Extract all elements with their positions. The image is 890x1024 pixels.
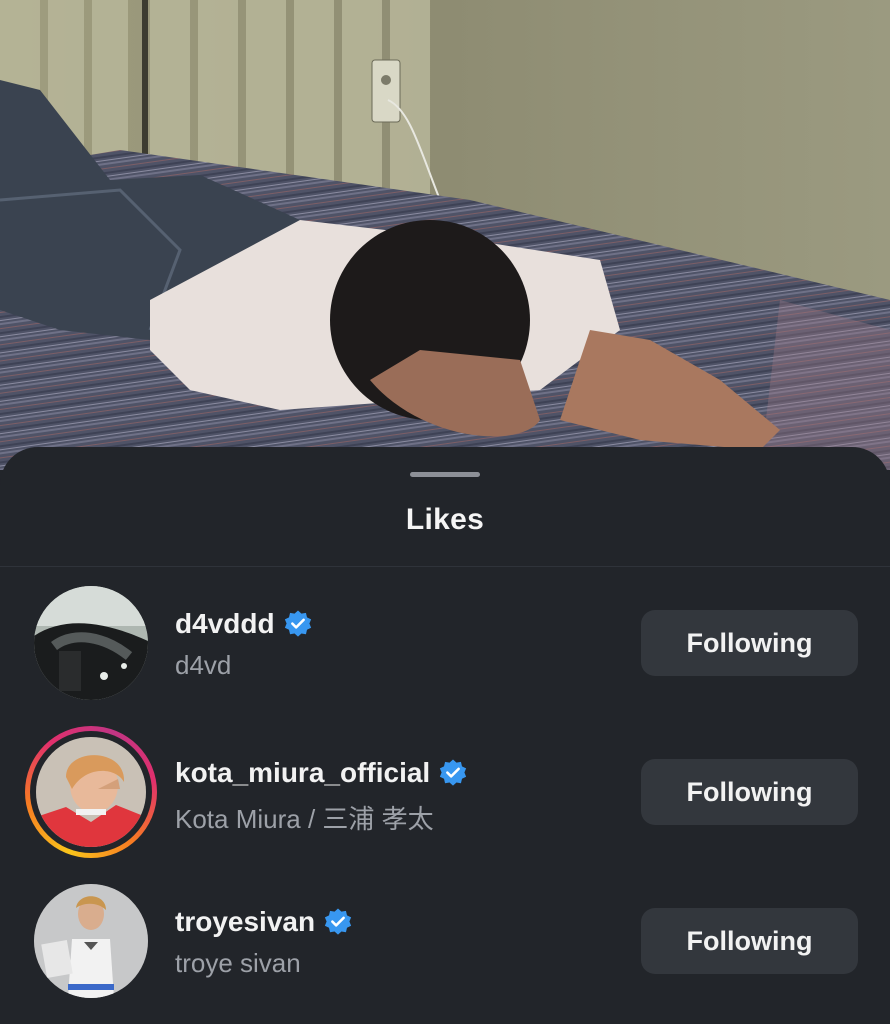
list-item[interactable]: troyesivan troye sivan Following	[0, 884, 890, 1014]
username[interactable]: d4vddd	[175, 608, 313, 640]
username-text[interactable]: kota_miura_official	[175, 757, 430, 789]
avatar[interactable]	[34, 884, 148, 998]
verified-badge-icon	[324, 908, 352, 935]
full-name: d4vd	[175, 650, 232, 680]
list-item[interactable]: kota_miura_official Kota Miura / 三浦 孝太 F…	[0, 726, 890, 865]
post-photo	[0, 0, 890, 470]
full-name: troye sivan	[175, 948, 301, 978]
likes-sheet: Likes d4vddd d4vd Following kota_miura_o…	[0, 447, 890, 1024]
verified-badge-icon	[284, 610, 311, 637]
sheet-title: Likes	[405, 503, 485, 536]
avatar[interactable]	[25, 726, 157, 858]
following-button[interactable]: Following	[641, 908, 858, 974]
following-button[interactable]: Following	[641, 759, 858, 825]
sheet-grabber-handle[interactable]	[410, 472, 480, 477]
following-button[interactable]: Following	[641, 610, 858, 676]
full-name: Kota Miura / 三浦 孝太	[175, 804, 434, 834]
username-text[interactable]: d4vddd	[175, 608, 275, 640]
username[interactable]: kota_miura_official	[175, 757, 468, 789]
list-item[interactable]: d4vddd d4vd Following	[0, 586, 890, 716]
verified-badge-icon	[440, 759, 467, 786]
username-text[interactable]: troyesivan	[175, 906, 315, 938]
avatar[interactable]	[34, 586, 148, 700]
divider	[0, 566, 890, 567]
username[interactable]: troyesivan	[175, 906, 353, 938]
